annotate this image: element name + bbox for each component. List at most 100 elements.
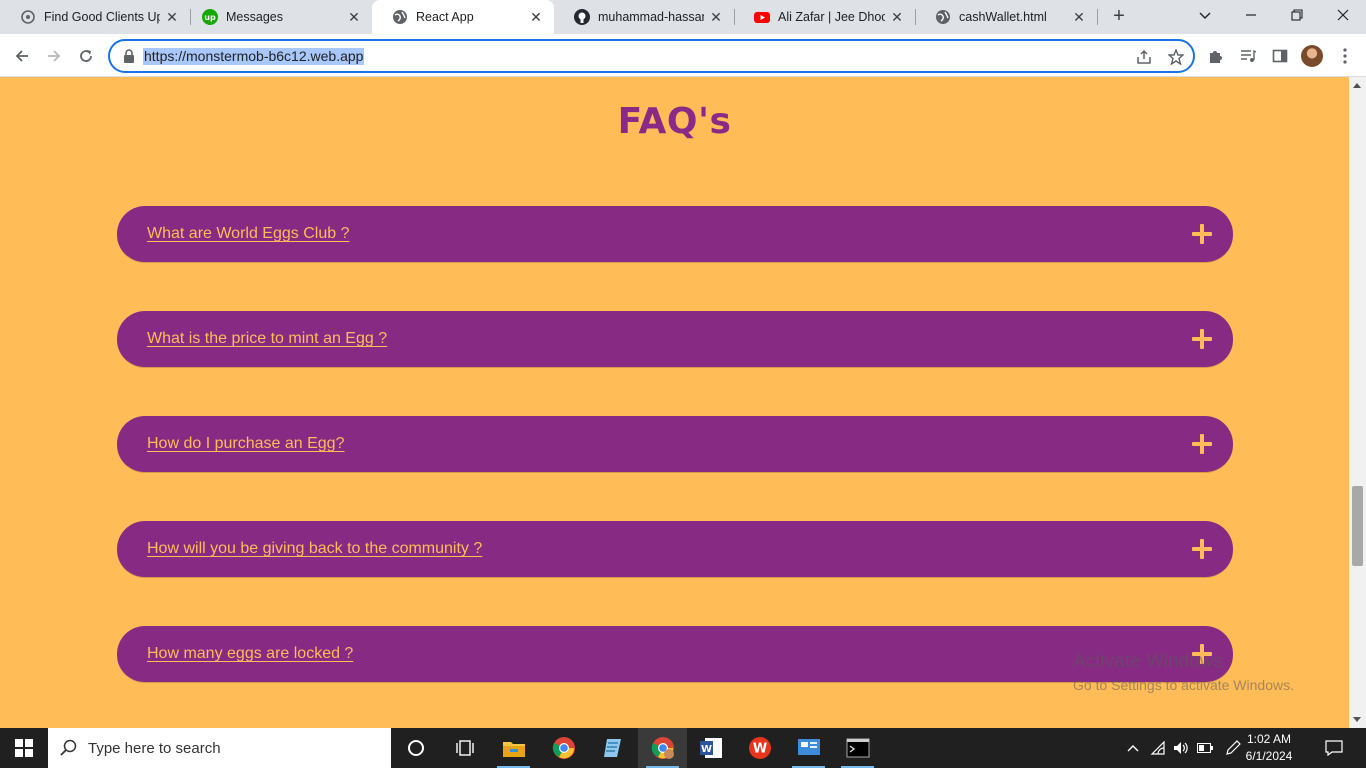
new-tab-button[interactable]: + bbox=[1107, 5, 1131, 29]
search-placeholder: Type here to search bbox=[88, 739, 221, 757]
url-text[interactable]: https://monstermob-b6c12.web.app bbox=[143, 48, 365, 65]
windows-taskbar: Type here to search W W 1:02 AM 6/1/2024 bbox=[0, 728, 1366, 768]
scroll-down-arrow-icon[interactable] bbox=[1353, 717, 1361, 722]
chrome-icon[interactable] bbox=[539, 728, 588, 768]
notification-icon[interactable] bbox=[1320, 728, 1348, 768]
reload-icon bbox=[80, 50, 92, 62]
close-icon bbox=[1337, 9, 1349, 21]
tab-upwork-messages[interactable]: up Messages ✕ bbox=[182, 0, 372, 34]
scroll-up-arrow-icon[interactable] bbox=[1353, 83, 1361, 88]
address-bar[interactable]: https://monstermob-b6c12.web.app bbox=[108, 39, 1195, 73]
github-icon bbox=[574, 9, 590, 25]
tab-strip: Find Good Clients Upw ✕ up Messages ✕ Re… bbox=[0, 0, 1366, 34]
svg-text:up: up bbox=[204, 13, 216, 22]
tab-youtube[interactable]: Ali Zafar | Jee Dhoond ✕ bbox=[734, 0, 915, 34]
tab-upwork-find-clients[interactable]: Find Good Clients Upw ✕ bbox=[0, 0, 190, 34]
tab-title: Find Good Clients Upw bbox=[44, 10, 160, 24]
media-control-icon[interactable] bbox=[1237, 45, 1259, 67]
faq-item[interactable]: What is the price to mint an Egg ? bbox=[117, 311, 1233, 368]
taskbar-search-box[interactable]: Type here to search bbox=[48, 728, 391, 768]
faq-item[interactable]: How many eggs are locked ? bbox=[117, 626, 1233, 683]
faq-question-link[interactable]: How many eggs are locked ? bbox=[147, 645, 1191, 663]
windows-logo-icon bbox=[15, 739, 33, 757]
browser-toolbar: https://monstermob-b6c12.web.app bbox=[0, 34, 1366, 77]
arrow-left-icon bbox=[15, 50, 28, 62]
network-icon[interactable] bbox=[1147, 728, 1169, 768]
faq-item[interactable]: What are World Eggs Club ? bbox=[117, 206, 1233, 263]
close-window-button[interactable] bbox=[1320, 0, 1366, 30]
reload-button[interactable] bbox=[72, 42, 100, 70]
upwork-logo-icon bbox=[20, 9, 36, 25]
faq-question-link[interactable]: What is the price to mint an Egg ? bbox=[147, 330, 1191, 348]
tab-title: cashWallet.html bbox=[959, 10, 1047, 24]
arrow-right-icon bbox=[48, 50, 61, 62]
forward-button[interactable] bbox=[40, 42, 68, 70]
globe-icon bbox=[392, 9, 408, 25]
profile-avatar[interactable] bbox=[1301, 45, 1323, 67]
task-view-icon[interactable] bbox=[440, 728, 489, 768]
tab-title: Messages bbox=[226, 10, 283, 24]
chevron-down-icon bbox=[1199, 12, 1211, 19]
clock-time: 1:02 AM bbox=[1246, 732, 1292, 746]
youtube-icon bbox=[754, 9, 770, 25]
extensions-puzzle-icon[interactable] bbox=[1205, 45, 1227, 67]
minimize-icon bbox=[1246, 14, 1256, 16]
svg-text:W: W bbox=[752, 742, 766, 757]
control-panel-icon[interactable] bbox=[784, 728, 833, 768]
plus-icon[interactable] bbox=[1191, 223, 1213, 245]
chevron-up-icon[interactable] bbox=[1122, 728, 1144, 768]
faq-item[interactable]: How do I purchase an Egg? bbox=[117, 416, 1233, 473]
plus-icon[interactable] bbox=[1191, 538, 1213, 560]
cortana-icon[interactable] bbox=[391, 728, 440, 768]
faq-item[interactable]: How will you be giving back to the commu… bbox=[117, 521, 1233, 578]
faq-question-link[interactable]: What are World Eggs Club ? bbox=[147, 225, 1191, 243]
menu-kebab-icon[interactable] bbox=[1334, 45, 1356, 67]
restore-button[interactable] bbox=[1274, 0, 1320, 30]
plus-icon[interactable] bbox=[1191, 328, 1213, 350]
tab-separator bbox=[1097, 9, 1098, 25]
back-button[interactable] bbox=[8, 42, 36, 70]
globe-icon bbox=[935, 9, 951, 25]
chrome-profile-icon[interactable] bbox=[638, 728, 687, 768]
tab-title: Ali Zafar | Jee Dhoond bbox=[778, 10, 885, 24]
tab-github[interactable]: muhammad-hassan-n ✕ bbox=[554, 0, 734, 34]
watermark-title: Activate Windows bbox=[1073, 651, 1223, 672]
tab-react-app[interactable]: React App ✕ bbox=[372, 0, 554, 34]
faq-heading: FAQ's bbox=[617, 101, 732, 142]
battery-icon[interactable] bbox=[1194, 728, 1216, 768]
tab-title: muhammad-hassan-n bbox=[598, 10, 704, 24]
wps-icon[interactable]: W bbox=[735, 728, 784, 768]
share-icon[interactable] bbox=[1134, 47, 1154, 67]
tab-close-icon[interactable]: ✕ bbox=[1071, 9, 1087, 25]
side-panel-icon[interactable] bbox=[1269, 45, 1291, 67]
lock-icon[interactable] bbox=[122, 49, 136, 63]
upwork-up-icon: up bbox=[202, 9, 218, 25]
tab-cash-wallet[interactable]: cashWallet.html ✕ bbox=[915, 0, 1097, 34]
clock-date: 6/1/2024 bbox=[1245, 749, 1293, 763]
notepad-icon[interactable] bbox=[588, 728, 637, 768]
plus-icon[interactable] bbox=[1191, 433, 1213, 455]
tab-close-icon[interactable]: ✕ bbox=[708, 9, 724, 25]
tab-search-button[interactable] bbox=[1182, 0, 1228, 30]
tab-close-icon[interactable]: ✕ bbox=[889, 9, 905, 25]
bookmark-star-icon[interactable] bbox=[1166, 47, 1186, 67]
terminal-icon[interactable] bbox=[833, 728, 882, 768]
search-icon bbox=[60, 739, 77, 756]
volume-icon[interactable] bbox=[1170, 728, 1192, 768]
tab-close-icon[interactable]: ✕ bbox=[528, 9, 544, 25]
tab-title: React App bbox=[416, 10, 474, 24]
scrollbar-thumb[interactable] bbox=[1352, 486, 1363, 566]
tab-close-icon[interactable]: ✕ bbox=[346, 9, 362, 25]
system-clock[interactable]: 1:02 AM 6/1/2024 bbox=[1225, 731, 1313, 765]
tab-close-icon[interactable]: ✕ bbox=[164, 9, 180, 25]
file-explorer-icon[interactable] bbox=[489, 728, 538, 768]
faq-question-link[interactable]: How do I purchase an Egg? bbox=[147, 435, 1191, 453]
page-scrollbar[interactable] bbox=[1349, 77, 1366, 728]
minimize-button[interactable] bbox=[1228, 0, 1274, 30]
svg-text:W: W bbox=[700, 744, 711, 755]
start-button[interactable] bbox=[0, 728, 48, 768]
word-icon[interactable]: W bbox=[686, 728, 735, 768]
page-viewport: FAQ's What are World Eggs Club ? What is… bbox=[0, 77, 1366, 728]
watermark-subtitle: Go to Settings to activate Windows. bbox=[1073, 677, 1294, 693]
faq-question-link[interactable]: How will you be giving back to the commu… bbox=[147, 540, 1191, 558]
